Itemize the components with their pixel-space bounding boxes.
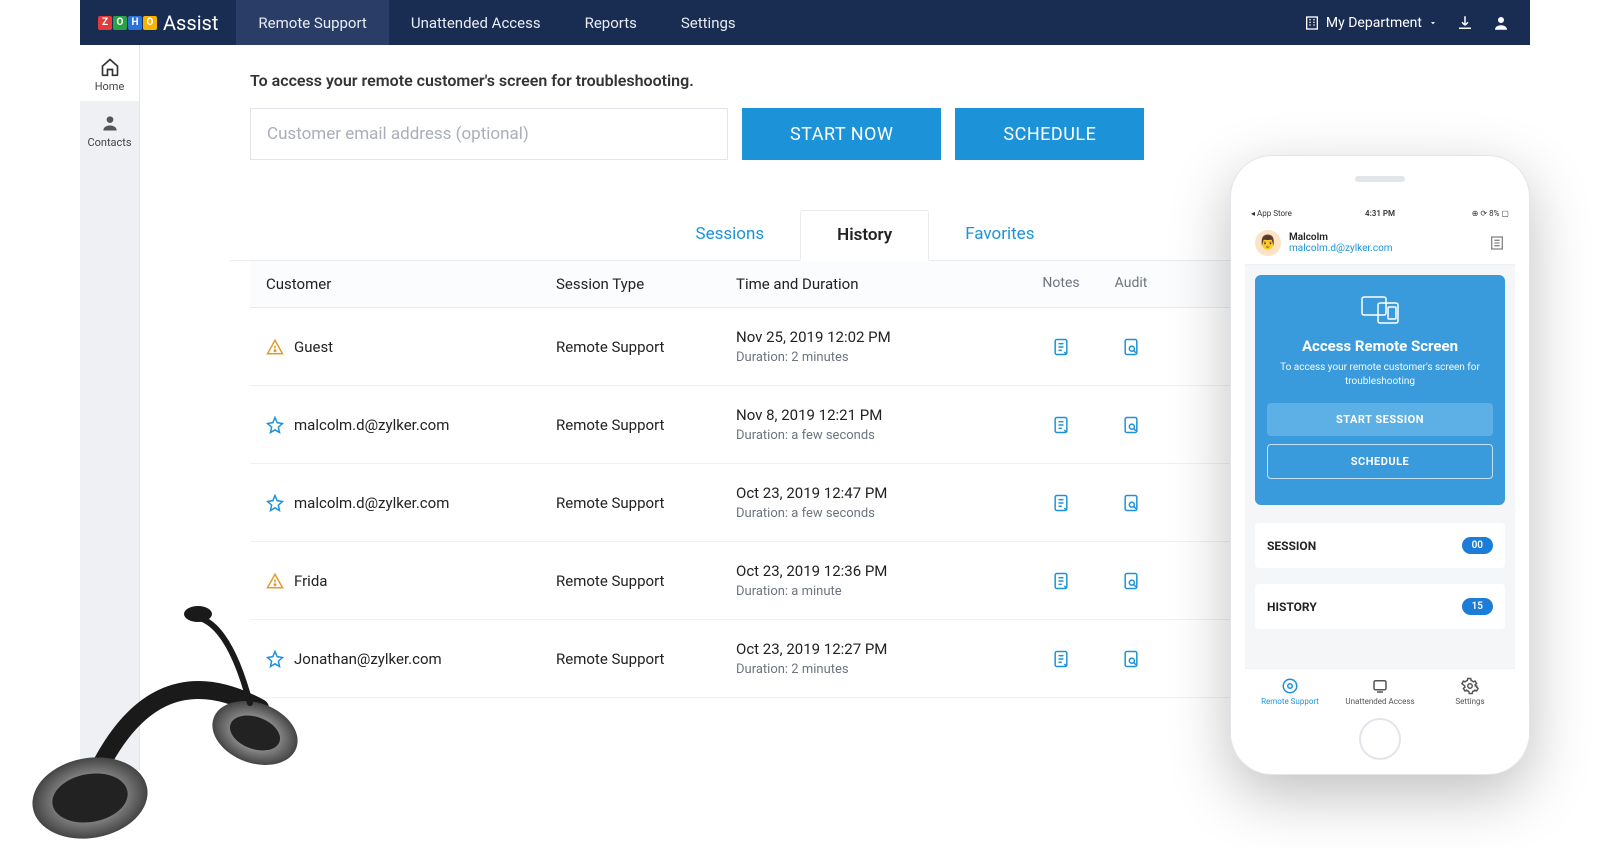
phone-bnav-unattended[interactable]: Unattended Access [1335, 669, 1425, 714]
phone-status-bar: ◂ App Store 4:31 PM ⊕ ⟳ 8% ▢ [1245, 204, 1515, 222]
sidebar-item-home[interactable]: Home [80, 45, 139, 101]
phone-bnav-settings[interactable]: Settings [1425, 669, 1515, 714]
status-time: 4:31 PM [1365, 209, 1395, 218]
headset-illustration [0, 588, 300, 848]
phone-row-session-badge: 00 [1462, 537, 1493, 554]
phone-row-session[interactable]: SESSION 00 [1255, 523, 1505, 568]
phone-home-button[interactable] [1359, 718, 1401, 760]
sidebar-item-contacts[interactable]: Contacts [80, 101, 139, 157]
session-type: Remote Support [556, 572, 736, 590]
phone-row-history[interactable]: HISTORY 15 [1255, 584, 1505, 629]
brand-name: Assist [163, 11, 218, 35]
department-label: My Department [1326, 15, 1422, 31]
session-time: Nov 25, 2019 12:02 PM [736, 328, 1026, 346]
notes-icon[interactable] [1051, 571, 1071, 591]
contacts-icon [100, 113, 120, 133]
top-nav: ZOHO Assist Remote Support Unattended Ac… [80, 0, 1530, 45]
phone-mock: ◂ App Store 4:31 PM ⊕ ⟳ 8% ▢ 👨 Malcolm m… [1230, 155, 1530, 775]
header-type: Session Type [556, 275, 736, 293]
logo-tiles: ZOHO [98, 16, 157, 30]
session-type: Remote Support [556, 416, 736, 434]
phone-row-history-label: HISTORY [1267, 600, 1317, 614]
audit-icon[interactable] [1121, 493, 1141, 513]
tab-sessions[interactable]: Sessions [660, 210, 801, 260]
nav-right: My Department [1304, 14, 1530, 32]
download-icon[interactable] [1456, 14, 1474, 32]
phone-screen: ◂ App Store 4:31 PM ⊕ ⟳ 8% ▢ 👨 Malcolm m… [1245, 204, 1515, 714]
customer-email-input[interactable] [250, 108, 728, 160]
audit-icon[interactable] [1121, 571, 1141, 591]
nav-tab-unattended[interactable]: Unattended Access [389, 0, 563, 45]
start-now-button[interactable]: START NOW [742, 108, 941, 160]
department-dropdown[interactable]: My Department [1304, 15, 1438, 31]
header-notes: Notes [1026, 275, 1096, 293]
audit-icon[interactable] [1121, 337, 1141, 357]
audit-icon[interactable] [1121, 415, 1141, 435]
customer-name: Guest [294, 338, 333, 356]
tab-favorites[interactable]: Favorites [929, 210, 1070, 260]
schedule-button[interactable]: SCHEDULE [955, 108, 1144, 160]
phone-user-name: Malcolm [1289, 232, 1393, 243]
phone-bnav-remote[interactable]: Remote Support [1245, 669, 1335, 714]
intro-text: To access your remote customer's screen … [250, 71, 1500, 90]
session-type: Remote Support [556, 338, 736, 356]
header-time: Time and Duration [736, 275, 1026, 293]
action-row: START NOW SCHEDULE [250, 108, 1500, 160]
status-left: ◂ App Store [1251, 209, 1292, 218]
customer-name: Jonathan@zylker.com [294, 650, 442, 668]
audit-icon[interactable] [1121, 649, 1141, 669]
nav-tab-remote-support[interactable]: Remote Support [236, 0, 388, 45]
session-time: Oct 23, 2019 12:27 PM [736, 640, 1026, 658]
phone-row-history-badge: 15 [1462, 598, 1493, 615]
sidebar-label-contacts: Contacts [87, 136, 131, 149]
notes-icon[interactable] [1051, 649, 1071, 669]
session-duration: Duration: 2 minutes [736, 662, 1026, 677]
tab-history[interactable]: History [800, 210, 929, 261]
nav-tab-reports[interactable]: Reports [563, 0, 659, 45]
notes-icon[interactable] [1051, 493, 1071, 513]
building-icon [1304, 15, 1320, 31]
phone-user-email: malcolm.d@zylker.com [1289, 243, 1393, 254]
notes-icon[interactable] [1051, 337, 1071, 357]
org-icon[interactable] [1489, 235, 1505, 251]
session-duration: Duration: 2 minutes [736, 350, 1026, 365]
star-icon[interactable] [266, 494, 284, 512]
session-duration: Duration: a minute [736, 584, 1026, 599]
sidebar-label-home: Home [95, 80, 125, 93]
status-right: ⊕ ⟳ 8% ▢ [1472, 209, 1509, 218]
user-icon[interactable] [1492, 14, 1510, 32]
home-icon [100, 57, 120, 77]
phone-schedule-button[interactable]: SCHEDULE [1267, 444, 1493, 479]
avatar: 👨 [1255, 230, 1281, 256]
screens-icon [1358, 293, 1402, 327]
header-customer: Customer [266, 275, 556, 293]
phone-start-session-button[interactable]: START SESSION [1267, 403, 1493, 436]
phone-access-card: Access Remote Screen To access your remo… [1255, 275, 1505, 505]
phone-user-row: 👨 Malcolm malcolm.d@zylker.com [1245, 222, 1515, 265]
session-type: Remote Support [556, 650, 736, 668]
brand-logo: ZOHO Assist [80, 11, 236, 35]
phone-bottom-nav: Remote Support Unattended Access Setting… [1245, 668, 1515, 714]
notes-icon[interactable] [1051, 415, 1071, 435]
session-time: Oct 23, 2019 12:47 PM [736, 484, 1026, 502]
session-time: Nov 8, 2019 12:21 PM [736, 406, 1026, 424]
customer-name: malcolm.d@zylker.com [294, 416, 449, 434]
phone-row-session-label: SESSION [1267, 539, 1316, 553]
session-duration: Duration: a few seconds [736, 506, 1026, 521]
session-duration: Duration: a few seconds [736, 428, 1026, 443]
customer-name: Frida [294, 572, 327, 590]
chevron-down-icon [1428, 18, 1438, 28]
warning-icon[interactable] [266, 572, 284, 590]
phone-card-sub: To access your remote customer's screen … [1267, 361, 1493, 389]
session-time: Oct 23, 2019 12:36 PM [736, 562, 1026, 580]
warning-icon[interactable] [266, 338, 284, 356]
customer-name: malcolm.d@zylker.com [294, 494, 449, 512]
nav-tab-settings[interactable]: Settings [659, 0, 758, 45]
session-type: Remote Support [556, 494, 736, 512]
nav-tabs: Remote Support Unattended Access Reports… [236, 0, 757, 45]
phone-card-title: Access Remote Screen [1267, 337, 1493, 355]
star-icon[interactable] [266, 416, 284, 434]
header-audit: Audit [1096, 275, 1166, 293]
